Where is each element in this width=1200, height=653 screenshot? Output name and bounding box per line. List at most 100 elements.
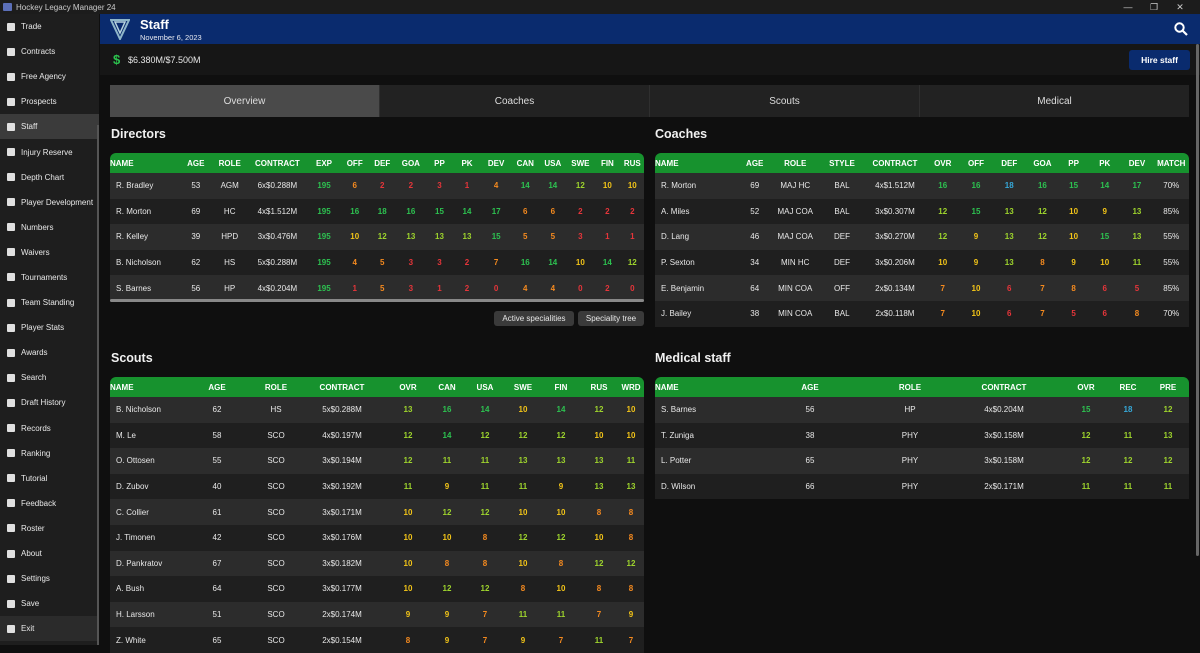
table-row[interactable]: S. Barnes 56 HP 4x$0.204M 195 1 5 3 1 2 0 4 4 0 2 0 (110, 275, 644, 301)
column-header-role[interactable]: ROLE (875, 377, 945, 397)
column-header-swe[interactable]: SWE (566, 153, 595, 173)
column-header-pre[interactable]: PRE (1147, 377, 1189, 397)
sidebar-item-save[interactable]: Save (0, 591, 99, 616)
table-row[interactable]: C. Collier 61 SCO 3x$0.171M 10 12 12 10 10 8 8 (110, 499, 644, 525)
column-header-dev[interactable]: DEV (480, 153, 512, 173)
column-header-rus[interactable]: RUS (580, 377, 618, 397)
column-header-goa[interactable]: GOA (396, 153, 426, 173)
sidebar-item-contracts[interactable]: Contracts (0, 39, 99, 64)
column-header-rus[interactable]: RUS (620, 153, 644, 173)
sidebar-item-records[interactable]: Records (0, 416, 99, 441)
column-header-def[interactable]: DEF (368, 153, 397, 173)
column-header-off[interactable]: OFF (340, 153, 369, 173)
sidebar-item-draft-history[interactable]: Draft History (0, 390, 99, 415)
column-header-name[interactable]: NAME (655, 377, 745, 397)
table-row[interactable]: M. Le 58 SCO 4x$0.197M 12 14 12 12 12 10 10 (110, 422, 644, 449)
column-header-off[interactable]: OFF (960, 153, 992, 173)
directors-scrollbar[interactable] (110, 299, 644, 302)
active-specialities-button[interactable]: Active specialities (494, 311, 574, 326)
column-header-usa[interactable]: USA (539, 153, 567, 173)
column-header-contract[interactable]: CONTRACT (296, 377, 388, 397)
column-header-style[interactable]: STYLE (819, 153, 865, 173)
column-header-dev[interactable]: DEV (1120, 153, 1154, 173)
column-header-rec[interactable]: REC (1109, 377, 1147, 397)
sidebar-item-prospects[interactable]: Prospects (0, 89, 99, 114)
column-header-can[interactable]: CAN (428, 377, 466, 397)
sidebar-item-about[interactable]: About (0, 541, 99, 566)
table-row[interactable]: B. Nicholson 62 HS 5x$0.288M 13 16 14 10 14 12 10 (110, 397, 644, 423)
column-header-match[interactable]: MATCH (1153, 153, 1189, 173)
table-row[interactable]: B. Nicholson 62 HS 5x$0.288M 195 4 5 3 3 2 7 16 14 10… (110, 249, 644, 276)
tab-medical[interactable]: Medical (920, 85, 1189, 117)
sidebar-item-exit[interactable]: Exit (0, 616, 99, 642)
main-scrollbar[interactable] (1196, 44, 1199, 556)
column-header-ovr[interactable]: OVR (925, 153, 961, 173)
table-row[interactable]: E. Benjamin 64 MIN COA OFF 2x$0.134M 7 10 6 7 8 6 5… (655, 275, 1189, 301)
table-row[interactable]: H. Larsson 51 SCO 2x$0.174M 9 9 7 11 11 7 9 (110, 601, 644, 628)
directors-scrollbar-thumb[interactable] (110, 299, 644, 302)
column-header-role[interactable]: ROLE (256, 377, 296, 397)
sidebar-item-tournaments[interactable]: Tournaments (0, 265, 99, 290)
sidebar-scrollbar[interactable] (97, 125, 99, 645)
sidebar-item-settings[interactable]: Settings (0, 566, 99, 591)
column-header-pk[interactable]: PK (1089, 153, 1121, 173)
table-row[interactable]: T. Zuniga 38 PHY 3x$0.158M 12 11 13 (655, 422, 1189, 449)
table-row[interactable]: L. Potter 65 PHY 3x$0.158M 12 12 12 (655, 448, 1189, 474)
table-row[interactable]: D. Pankratov 67 SCO 3x$0.182M 10 8 8 10 8 12 12 (110, 550, 644, 577)
table-row[interactable]: R. Morton 69 HC 4x$1.512M 195 16 18 16 15 14 17 6 6 2… (110, 198, 644, 225)
column-header-def[interactable]: DEF (991, 153, 1027, 173)
column-header-can[interactable]: CAN (511, 153, 540, 173)
column-header-fin[interactable]: FIN (594, 153, 621, 173)
sidebar-item-tutorial[interactable]: Tutorial (0, 466, 99, 491)
sidebar-item-numbers[interactable]: Numbers (0, 215, 99, 240)
table-row[interactable]: D. Zubov 40 SCO 3x$0.192M 11 9 11 11 9 13 13 (110, 473, 644, 500)
column-header-role[interactable]: ROLE (211, 153, 248, 173)
column-header-role[interactable]: ROLE (771, 153, 820, 173)
table-row[interactable]: R. Morton 69 MAJ HC BAL 4x$1.512M 16 16 18 16 15 1… (655, 173, 1189, 199)
maximize-icon[interactable]: ❐ (1141, 0, 1167, 14)
table-row[interactable]: S. Barnes 56 HP 4x$0.204M 15 18 12 (655, 397, 1189, 423)
sidebar-item-ranking[interactable]: Ranking (0, 441, 99, 466)
sidebar-item-waivers[interactable]: Waivers (0, 240, 99, 265)
search-icon[interactable] (1174, 22, 1188, 36)
table-row[interactable]: A. Miles 52 MAJ COA BAL 3x$0.307M 12 15 13 12 10 9… (655, 198, 1189, 225)
column-header-name[interactable]: NAME (110, 377, 178, 397)
table-row[interactable]: J. Timonen 42 SCO 3x$0.176M 10 10 8 12 12 10 8 (110, 524, 644, 551)
table-row[interactable]: R. Bradley 53 AGM 6x$0.288M 195 6 2 2 3 1 4 14 14 12 1… (110, 173, 644, 199)
table-row[interactable]: R. Kelley 39 HPD 3x$0.476M 195 10 12 13 13 13 15 5 5… (110, 224, 644, 250)
table-row[interactable]: J. Bailey 38 MIN COA BAL 2x$0.118M 7 10 6 7 5 6 8 70… (655, 300, 1189, 327)
column-header-usa[interactable]: USA (466, 377, 504, 397)
column-header-wrd[interactable]: WRD (618, 377, 644, 397)
column-header-pp[interactable]: PP (425, 153, 454, 173)
column-header-pp[interactable]: PP (1058, 153, 1090, 173)
sidebar-item-player-development[interactable]: Player Development (0, 190, 99, 215)
sidebar-item-player-stats[interactable]: Player Stats (0, 315, 99, 340)
minimize-icon[interactable]: — (1115, 0, 1141, 14)
sidebar-item-team-standing[interactable]: Team Standing (0, 290, 99, 315)
table-row[interactable]: Z. White 65 SCO 2x$0.154M 8 9 7 9 7 11 7 (110, 627, 644, 653)
sidebar-item-search[interactable]: Search (0, 365, 99, 390)
sidebar-item-roster[interactable]: Roster (0, 516, 99, 541)
sidebar-item-staff[interactable]: Staff (0, 114, 99, 140)
tab-coaches[interactable]: Coaches (380, 85, 650, 117)
column-header-ovr[interactable]: OVR (388, 377, 428, 397)
column-header-exp[interactable]: EXP (307, 153, 341, 173)
column-header-contract[interactable]: CONTRACT (945, 377, 1063, 397)
column-header-age[interactable]: AGE (738, 153, 772, 173)
column-header-ovr[interactable]: OVR (1063, 377, 1109, 397)
speciality-tree-button[interactable]: Speciality tree (578, 311, 644, 326)
column-header-age[interactable]: AGE (178, 377, 256, 397)
table-row[interactable]: O. Ottosen 55 SCO 3x$0.194M 12 11 11 13 13 13 11 (110, 448, 644, 474)
tab-overview[interactable]: Overview (110, 85, 380, 117)
column-header-name[interactable]: NAME (655, 153, 739, 173)
table-row[interactable]: A. Bush 64 SCO 3x$0.177M 10 12 12 8 10 8 8 (110, 576, 644, 602)
column-header-fin[interactable]: FIN (542, 377, 580, 397)
close-icon[interactable]: ✕ (1167, 0, 1193, 14)
hire-staff-button[interactable]: Hire staff (1129, 50, 1190, 70)
table-row[interactable]: P. Sexton 34 MIN HC DEF 3x$0.206M 10 9 13 8 9 10 11… (655, 249, 1189, 276)
sidebar-item-free-agency[interactable]: Free Agency (0, 64, 99, 89)
column-header-age[interactable]: AGE (179, 153, 212, 173)
column-header-swe[interactable]: SWE (504, 377, 542, 397)
sidebar-item-feedback[interactable]: Feedback (0, 491, 99, 516)
sidebar-item-awards[interactable]: Awards (0, 340, 99, 365)
